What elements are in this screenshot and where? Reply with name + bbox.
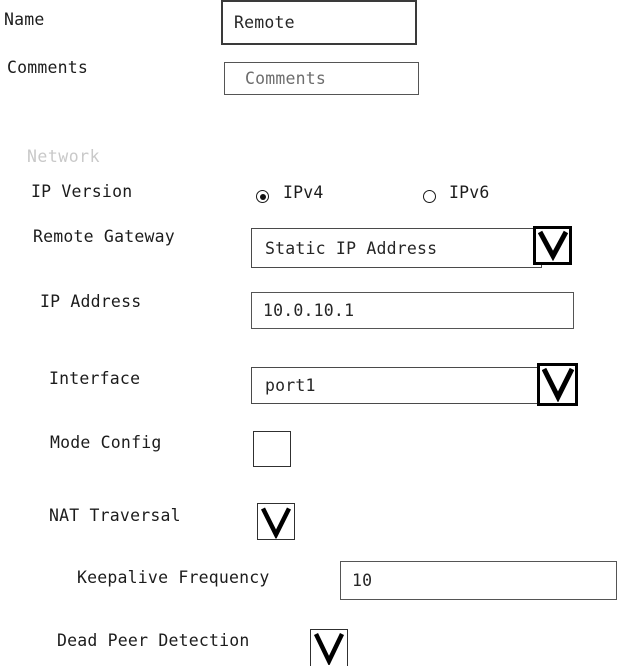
dead-peer-detection-label: Dead Peer Detection	[57, 631, 250, 650]
chevron-down-icon[interactable]	[537, 363, 578, 406]
keepalive-frequency-input[interactable]: 10	[340, 561, 617, 600]
mode-config-label: Mode Config	[50, 433, 162, 452]
ip-version-label: IP Version	[31, 182, 133, 201]
radio-ipv4[interactable]	[256, 190, 269, 203]
radio-ipv6-label[interactable]: IPv6	[449, 184, 490, 202]
comments-input[interactable]: Comments	[224, 62, 419, 95]
checkmark-icon	[260, 506, 292, 538]
checkmark-icon	[313, 633, 345, 665]
nat-traversal-label: NAT Traversal	[49, 506, 181, 525]
mode-config-checkbox[interactable]	[253, 431, 291, 467]
comments-input-value: Comments	[245, 69, 327, 88]
ip-address-label: IP Address	[40, 292, 142, 311]
name-input[interactable]: Remote	[221, 0, 417, 45]
network-section-header: Network	[27, 147, 101, 166]
comments-label: Comments	[7, 58, 89, 77]
remote-gateway-select-value: Static IP Address	[265, 238, 438, 258]
keepalive-frequency-label: Keepalive Frequency	[77, 568, 270, 587]
chevron-down-icon[interactable]	[533, 226, 572, 265]
interface-label: Interface	[49, 369, 141, 388]
ip-address-input[interactable]: 10.0.10.1	[251, 292, 574, 329]
name-input-value: Remote	[234, 13, 295, 32]
name-label: Name	[4, 10, 45, 29]
ip-address-input-value: 10.0.10.1	[263, 301, 355, 320]
radio-ipv4-label[interactable]: IPv4	[283, 184, 324, 202]
interface-select-value: port1	[265, 376, 316, 395]
dead-peer-detection-checkbox[interactable]	[310, 629, 348, 666]
remote-gateway-select[interactable]: Static IP Address	[251, 228, 542, 268]
nat-traversal-checkbox[interactable]	[257, 503, 295, 540]
remote-gateway-label: Remote Gateway	[33, 227, 175, 246]
keepalive-frequency-input-value: 10	[352, 571, 373, 590]
interface-select[interactable]: port1	[251, 367, 576, 404]
radio-ipv6[interactable]	[423, 190, 436, 203]
vpn-network-config-form: Name Remote Comments Comments Network IP…	[0, 0, 618, 666]
